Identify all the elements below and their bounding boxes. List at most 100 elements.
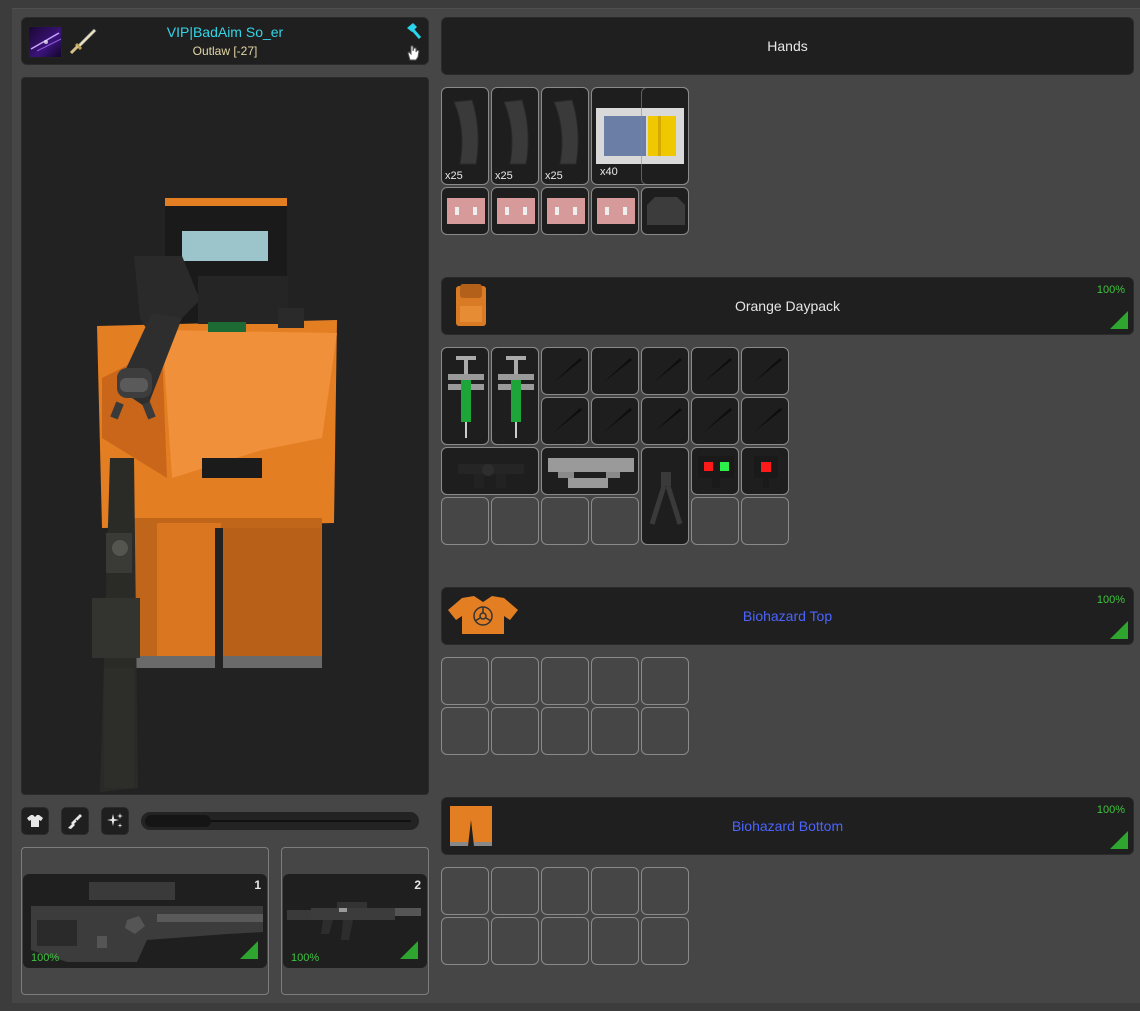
pants-durability: 100% [1096, 804, 1125, 816]
backpack-item-slot[interactable] [591, 397, 639, 445]
primary-weapon-slot[interactable]: 1 100% [21, 847, 269, 995]
grid-cell[interactable] [491, 707, 539, 755]
assault-rifle-icon [287, 902, 421, 940]
clothing-toggle-button[interactable] [21, 807, 49, 835]
slash-icon [654, 358, 682, 382]
quality-indicator-icon [240, 941, 258, 959]
backpack-item-slot[interactable] [591, 347, 639, 395]
weapons-toggle-button[interactable] [61, 807, 89, 835]
backpack-item-slot[interactable] [741, 397, 789, 445]
grid-cell[interactable] [591, 497, 639, 545]
armor-plate-icon [647, 197, 685, 225]
grid-cell[interactable] [441, 917, 489, 965]
primary-weapon-durability: 100% [31, 952, 60, 964]
quality-indicator-icon [1110, 311, 1128, 329]
grid-cell[interactable] [591, 657, 639, 705]
bandage-icon [547, 198, 585, 224]
player-header: VIP|BadAim So_er Outlaw [-27] [21, 17, 429, 65]
shirt-title: Biohazard Top [742, 608, 833, 624]
shirt-header[interactable]: Biohazard Top 100% [441, 587, 1134, 645]
backpack-item-laser-sight[interactable] [691, 447, 739, 495]
grid-cell[interactable] [641, 917, 689, 965]
slash-icon [704, 408, 732, 432]
effects-toggle-button[interactable] [101, 807, 129, 835]
backpack-header[interactable]: Orange Daypack 100% [441, 277, 1134, 335]
bandage-icon [497, 198, 535, 224]
secondary-weapon-card[interactable]: 2 100% [283, 874, 427, 968]
grid-cell[interactable] [491, 867, 539, 915]
grid-cell[interactable] [541, 497, 589, 545]
red-dot-icon [754, 456, 778, 488]
grid-cell[interactable] [541, 657, 589, 705]
pants-header[interactable]: Biohazard Bottom 100% [441, 797, 1134, 855]
backpack-item-slot[interactable] [541, 347, 589, 395]
sniper-rifle-icon [31, 882, 263, 962]
grid-cell[interactable] [541, 917, 589, 965]
slash-icon [554, 408, 582, 432]
scope-icon [548, 458, 634, 488]
grid-cell[interactable] [441, 867, 489, 915]
grid-cell[interactable] [441, 707, 489, 755]
weapon-slot-number: 2 [414, 878, 421, 892]
backpack-item-scope[interactable] [541, 447, 639, 495]
grid-cell[interactable] [641, 657, 689, 705]
grid-cell[interactable] [591, 707, 639, 755]
grid-cell[interactable] [491, 497, 539, 545]
syringe-icon [498, 356, 534, 438]
player-reputation: Outlaw [-27] [192, 44, 258, 58]
slash-icon [604, 358, 632, 382]
grid-cell[interactable] [491, 657, 539, 705]
magazine-icon [503, 99, 529, 165]
backpack-item-syringe[interactable] [441, 347, 489, 445]
backpack-item-slot[interactable] [641, 347, 689, 395]
hand-cursor-icon[interactable] [404, 43, 422, 61]
grid-cell[interactable] [541, 707, 589, 755]
rifle-icon [68, 814, 82, 829]
slash-icon [604, 408, 632, 432]
backpack-item-slot[interactable] [541, 397, 589, 445]
backpack-item-slot[interactable] [691, 397, 739, 445]
hand-item-armor-plate[interactable] [641, 187, 689, 235]
grid-cell[interactable] [441, 657, 489, 705]
grip-icon [458, 464, 524, 488]
grid-cell[interactable] [591, 867, 639, 915]
grid-cell[interactable] [591, 917, 639, 965]
backpack-item-syringe[interactable] [491, 347, 539, 445]
grid-cell[interactable] [491, 917, 539, 965]
laser-sight-icon [698, 456, 734, 488]
backpack-item-grip[interactable] [441, 447, 539, 495]
ammo-box-icon [596, 108, 684, 164]
grid-cell[interactable] [741, 497, 789, 545]
quality-indicator-icon [1110, 621, 1128, 639]
primary-weapon-card[interactable]: 1 100% [23, 874, 267, 968]
quality-indicator-icon [1110, 831, 1128, 849]
backpack-item-slot[interactable] [641, 397, 689, 445]
magazine-icon [453, 99, 479, 165]
backpack-item-slot[interactable] [741, 347, 789, 395]
backpack-item-bipod[interactable] [641, 447, 689, 545]
hand-item-bandage[interactable] [541, 187, 589, 235]
character-preview[interactable] [21, 77, 429, 795]
grid-cell[interactable] [641, 707, 689, 755]
hand-item-ammo-box[interactable]: x40 [591, 87, 689, 185]
backpack-item-slot[interactable] [691, 347, 739, 395]
hand-item-magazine[interactable]: x25 [441, 87, 489, 185]
backpack-item-red-dot[interactable] [741, 447, 789, 495]
grid-cell[interactable] [641, 867, 689, 915]
grid-cell[interactable] [691, 497, 739, 545]
player-name: VIP|BadAim So_er [166, 24, 284, 40]
zoom-slider-thumb[interactable] [145, 815, 211, 827]
hand-item-magazine[interactable]: x25 [541, 87, 589, 185]
grid-cell[interactable] [441, 497, 489, 545]
secondary-weapon-slot[interactable]: 2 100% [281, 847, 429, 995]
hand-item-bandage[interactable] [491, 187, 539, 235]
hand-item-magazine[interactable]: x25 [491, 87, 539, 185]
grid-cell[interactable] [541, 867, 589, 915]
zoom-slider[interactable] [141, 812, 419, 830]
hand-item-bandage[interactable] [591, 187, 639, 235]
hand-item-bandage[interactable] [441, 187, 489, 235]
backpack-title: Orange Daypack [734, 298, 841, 314]
hammer-icon[interactable] [404, 22, 422, 40]
character-model [92, 198, 337, 792]
shirt-durability: 100% [1096, 594, 1125, 606]
